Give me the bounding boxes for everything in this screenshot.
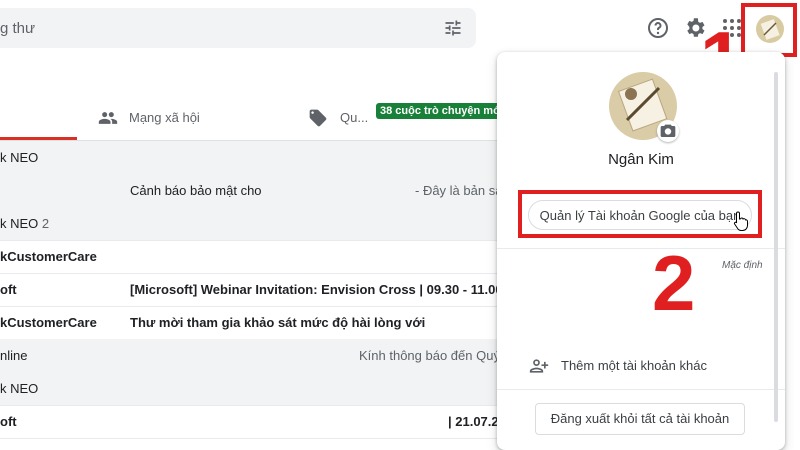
email-sender: oft xyxy=(0,414,17,429)
panel-divider xyxy=(497,389,785,390)
email-sender: kCustomerCare xyxy=(0,315,97,330)
email-sender: nline xyxy=(0,348,28,363)
tab-promotions[interactable]: Qu... xyxy=(340,110,368,125)
email-subject: Thư mời tham gia khảo sát mức độ hài lòn… xyxy=(130,315,426,330)
help-icon[interactable] xyxy=(646,16,670,40)
email-subject: Cảnh báo bảo mật cho xyxy=(130,183,262,198)
add-account-link[interactable]: Thêm một tài khoản khác xyxy=(561,358,707,373)
email-row[interactable]: k NEO xyxy=(0,372,500,406)
search-options-icon[interactable] xyxy=(443,18,463,38)
panel-divider xyxy=(497,248,785,249)
email-sender: oft xyxy=(0,282,17,297)
email-row[interactable]: k NEO xyxy=(0,141,500,175)
people-icon xyxy=(98,112,118,124)
email-row[interactable]: kCustomerCare Thư mời tham gia khảo sát … xyxy=(0,306,500,340)
email-row[interactable]: Cảnh báo bảo mật cho - Đây là bản sao xyxy=(0,174,500,208)
email-sender: k NEO 2 xyxy=(0,216,50,231)
email-snippet: Kính thông báo đến Quý K xyxy=(359,348,500,363)
email-snippet: | 21.07.2 xyxy=(448,414,499,429)
add-person-icon xyxy=(529,359,549,373)
account-panel: Ngân Kim Quản lý Tài khoản Google của bạ… xyxy=(497,52,785,450)
change-photo-button[interactable] xyxy=(657,120,679,142)
search-input[interactable]: g thư xyxy=(0,20,35,37)
new-conversations-badge: 38 cuộc trò chuyện mới xyxy=(376,103,508,119)
email-row[interactable]: nline Kính thông báo đến Quý K xyxy=(0,339,500,373)
camera-icon xyxy=(660,124,676,137)
sign-out-all-button[interactable]: Đăng xuất khỏi tất cả tài khoản xyxy=(535,403,745,435)
search-bar[interactable]: g thư xyxy=(0,8,476,48)
highlight-box-manage-account xyxy=(518,190,762,238)
primary-tab-indicator xyxy=(0,137,77,140)
email-sender: kCustomerCare xyxy=(0,249,97,264)
thread-count: 2 xyxy=(41,216,50,231)
panel-scrollbar[interactable] xyxy=(773,72,779,422)
email-row[interactable]: k NEO 2 xyxy=(0,207,500,241)
default-account-label: Mặc định xyxy=(722,260,763,271)
email-row[interactable]: oft | 21.07.2 xyxy=(0,405,500,439)
account-name: Ngân Kim xyxy=(608,151,674,168)
step-number-2: 2 xyxy=(652,239,696,327)
email-snippet: - Đây là bản sao xyxy=(415,183,500,198)
email-subject: [Microsoft] Webinar Invitation: Envision… xyxy=(130,282,500,297)
tag-icon xyxy=(309,109,327,127)
tab-social[interactable]: Mạng xã hội xyxy=(129,110,200,125)
email-sender: k NEO xyxy=(0,150,39,165)
email-sender: k NEO xyxy=(0,381,39,396)
email-row[interactable]: oft [Microsoft] Webinar Invitation: Envi… xyxy=(0,273,500,307)
email-row[interactable]: kCustomerCare xyxy=(0,240,500,274)
highlight-box-avatar xyxy=(741,3,797,57)
